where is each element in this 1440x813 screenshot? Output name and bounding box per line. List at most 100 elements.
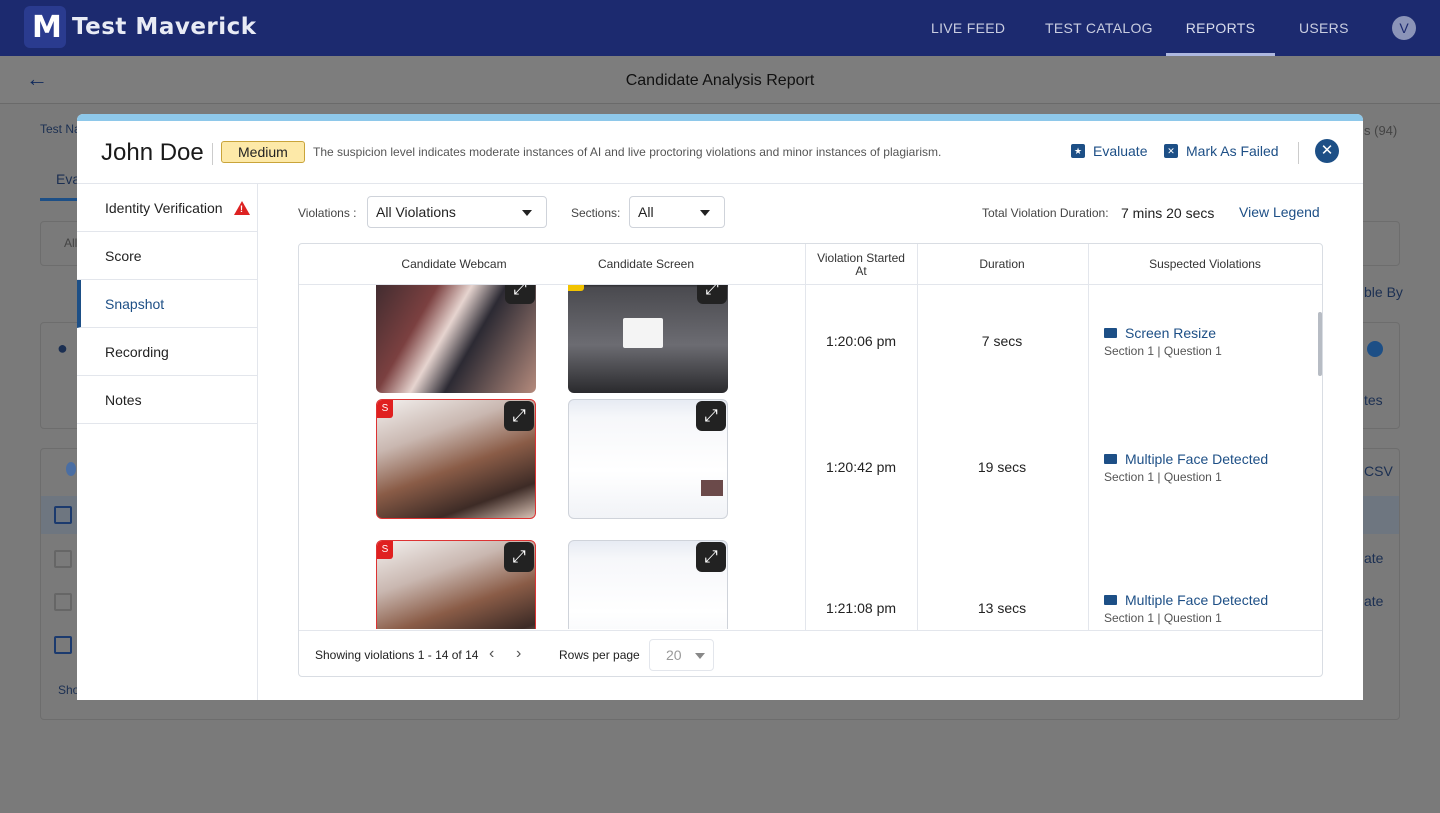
page-title: Candidate Analysis Report bbox=[625, 72, 815, 89]
webcam-snapshot[interactable]: S ⤢ bbox=[376, 540, 536, 629]
webcam-snapshot[interactable]: S ⤢ bbox=[376, 399, 536, 519]
mark-failed-icon: ✕ bbox=[1164, 144, 1178, 158]
table-row: S ⤢ ⤢ 1:21:08 pm 13 secs Multiple Face D… bbox=[299, 540, 1322, 629]
chevron-down-icon bbox=[695, 653, 705, 659]
violations-table: Candidate Webcam Candidate Screen Violat… bbox=[298, 243, 1323, 677]
logo-mark-icon: M bbox=[24, 6, 66, 48]
violation-location: Section 1 | Question 1 bbox=[1104, 611, 1222, 625]
screen-snapshot[interactable]: ⤢ bbox=[568, 540, 728, 629]
sections-select[interactable]: All bbox=[629, 196, 725, 228]
expand-icon[interactable]: ⤢ bbox=[504, 401, 534, 431]
table-row: ⤢ M ⤢ 1:20:06 pm 7 secs Screen Resize Se… bbox=[299, 285, 1322, 399]
close-icon[interactable]: ✕ bbox=[1315, 139, 1339, 163]
violation-start-time: 1:20:06 pm bbox=[825, 333, 897, 349]
bg-tab-underline bbox=[40, 198, 77, 201]
violation-link[interactable]: Multiple Face Detected bbox=[1104, 592, 1268, 608]
side-item-score[interactable]: Score bbox=[77, 232, 257, 280]
expand-icon[interactable]: ⤢ bbox=[697, 285, 727, 304]
bg-checkbox-row[interactable] bbox=[54, 593, 72, 611]
nav-reports[interactable]: REPORTS bbox=[1166, 0, 1275, 56]
table-row: S ⤢ ⤢ 1:20:42 pm 19 secs Multiple Face D… bbox=[299, 399, 1322, 540]
app-logo[interactable]: M Test Maverick bbox=[24, 6, 257, 48]
bg-sort-by[interactable]: ble By bbox=[1364, 284, 1403, 300]
side-item-snapshot[interactable]: Snapshot bbox=[77, 280, 257, 328]
side-item-label: Snapshot bbox=[105, 296, 165, 312]
moderate-tag: M bbox=[568, 285, 584, 291]
nav-test-catalog[interactable]: TEST CATALOG bbox=[1045, 0, 1153, 56]
violation-duration: 13 secs bbox=[977, 600, 1027, 616]
violation-start-time: 1:21:08 pm bbox=[825, 600, 897, 616]
rows-per-page-value: 20 bbox=[666, 647, 682, 663]
violation-name: Screen Resize bbox=[1125, 325, 1217, 341]
user-avatar[interactable]: V bbox=[1392, 16, 1416, 40]
top-navbar: M Test Maverick LIVE FEED TEST CATALOG R… bbox=[0, 0, 1440, 56]
bg-notes[interactable]: tes bbox=[1364, 392, 1383, 408]
violations-select-value: All Violations bbox=[376, 204, 456, 220]
modal-header: John Doe Medium The suspicion level indi… bbox=[77, 121, 1363, 184]
screen-thumbnail-webcam bbox=[701, 480, 723, 496]
sections-select-value: All bbox=[638, 204, 654, 220]
bg-info-icon bbox=[66, 462, 76, 476]
divider bbox=[212, 143, 213, 165]
screen-thumbnail-window bbox=[623, 318, 663, 348]
bg-test-name: Test Na bbox=[40, 122, 81, 136]
bg-evaluate-link[interactable]: ate bbox=[1364, 550, 1383, 566]
sections-filter-label: Sections: bbox=[571, 206, 621, 220]
pagination-summary: Showing violations 1 - 14 of 14 bbox=[315, 648, 479, 662]
severe-tag: S bbox=[377, 541, 393, 559]
violations-select[interactable]: All Violations bbox=[367, 196, 547, 228]
rows-per-page-select[interactable]: 20 bbox=[649, 639, 714, 671]
evaluate-button[interactable]: ★ Evaluate bbox=[1071, 143, 1147, 159]
video-camera-icon bbox=[1104, 454, 1117, 464]
screen-snapshot[interactable]: ⤢ bbox=[568, 399, 728, 519]
bg-csv[interactable]: CSV bbox=[1364, 463, 1393, 479]
violation-duration: 7 secs bbox=[981, 333, 1023, 349]
bg-checkbox-row[interactable] bbox=[54, 636, 72, 654]
side-item-label: Identity Verification bbox=[105, 200, 223, 216]
expand-icon[interactable]: ⤢ bbox=[696, 542, 726, 572]
violation-link[interactable]: Multiple Face Detected bbox=[1104, 451, 1268, 467]
view-legend-link[interactable]: View Legend bbox=[1239, 204, 1320, 220]
bg-evaluate-link[interactable]: ate bbox=[1364, 593, 1383, 609]
side-item-identity-verification[interactable]: Identity Verification bbox=[77, 184, 257, 232]
nav-live-feed[interactable]: LIVE FEED bbox=[931, 0, 1005, 56]
side-item-label: Recording bbox=[105, 344, 169, 360]
report-header: ← Candidate Analysis Report bbox=[0, 56, 1440, 104]
candidate-report-modal: John Doe Medium The suspicion level indi… bbox=[77, 114, 1363, 700]
violation-link[interactable]: Screen Resize bbox=[1104, 325, 1216, 341]
side-item-label: Score bbox=[105, 248, 142, 264]
rows-per-page-label: Rows per page bbox=[559, 648, 640, 662]
violation-name: Multiple Face Detected bbox=[1125, 592, 1269, 608]
violations-filter-label: Violations : bbox=[298, 206, 357, 220]
violation-location: Section 1 | Question 1 bbox=[1104, 470, 1222, 484]
violation-location: Section 1 | Question 1 bbox=[1104, 344, 1222, 358]
side-item-recording[interactable]: Recording bbox=[77, 328, 257, 376]
bg-checkbox-all[interactable] bbox=[54, 506, 72, 524]
side-item-notes[interactable]: Notes bbox=[77, 376, 257, 424]
col-header-started-at: Violation Started At bbox=[817, 250, 905, 278]
expand-icon[interactable]: ⤢ bbox=[505, 285, 535, 304]
violation-name: Multiple Face Detected bbox=[1125, 451, 1269, 467]
bg-close-icon[interactable] bbox=[1367, 341, 1383, 357]
severe-tag: S bbox=[377, 400, 393, 418]
mark-as-failed-label: Mark As Failed bbox=[1186, 143, 1279, 159]
chevron-right-icon[interactable]: › bbox=[516, 645, 521, 663]
violation-start-time: 1:20:42 pm bbox=[825, 459, 897, 475]
mark-as-failed-button[interactable]: ✕ Mark As Failed bbox=[1164, 143, 1279, 159]
nav-users[interactable]: USERS bbox=[1299, 0, 1349, 56]
evaluate-label: Evaluate bbox=[1093, 143, 1148, 159]
table-scrollbar[interactable] bbox=[1318, 312, 1322, 376]
screen-snapshot[interactable]: M ⤢ bbox=[568, 285, 728, 393]
screen-resize-icon bbox=[1104, 328, 1117, 338]
chevron-left-icon[interactable]: ‹ bbox=[489, 645, 494, 663]
suspicion-level-description: The suspicion level indicates moderate i… bbox=[313, 145, 942, 159]
side-menu: Identity Verification Score Snapshot Rec… bbox=[77, 184, 258, 700]
total-violation-duration-label: Total Violation Duration: bbox=[982, 206, 1109, 220]
expand-icon[interactable]: ⤢ bbox=[696, 401, 726, 431]
expand-icon[interactable]: ⤢ bbox=[504, 542, 534, 572]
bg-all-prefix: All bbox=[64, 236, 78, 250]
video-camera-icon bbox=[1104, 595, 1117, 605]
webcam-snapshot[interactable]: ⤢ bbox=[376, 285, 536, 393]
bulb-icon: ● bbox=[57, 338, 68, 358]
bg-checkbox-row[interactable] bbox=[54, 550, 72, 568]
